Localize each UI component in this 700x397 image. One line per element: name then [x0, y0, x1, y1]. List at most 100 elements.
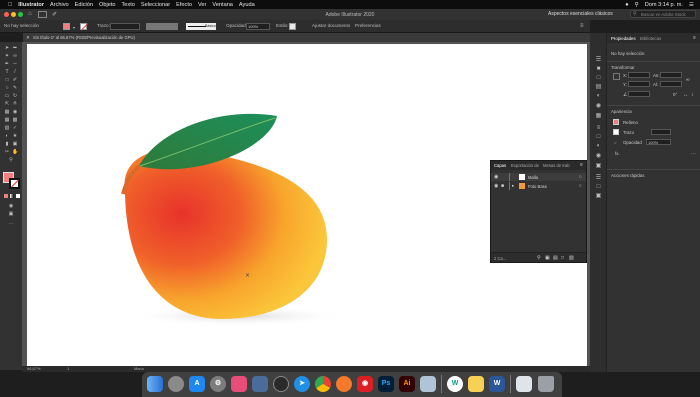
gradient-tool-icon[interactable]: ▧ [4, 126, 10, 131]
menu-edicion[interactable]: Edición [75, 2, 93, 8]
status-mode[interactable]: Mano [134, 366, 144, 371]
curvature-tool-icon[interactable]: ∽ [12, 62, 18, 67]
stroke-color-swatch[interactable] [80, 23, 89, 30]
tab-artboards[interactable]: Mesas de trab [543, 163, 570, 168]
more-options-icon[interactable]: ≡ [580, 23, 584, 29]
mango-body[interactable] [124, 149, 327, 319]
artboard-tool-icon[interactable]: ▣ [12, 142, 18, 147]
layer-target-icon[interactable]: ○ [579, 174, 582, 179]
paintbrush-tool-icon[interactable]: ✐ [12, 78, 18, 83]
menu-texto[interactable]: Texto [122, 2, 135, 8]
locate-object-icon[interactable]: ⚲ [537, 255, 541, 261]
appearance-fill-swatch[interactable] [613, 119, 619, 125]
blender-icon[interactable] [336, 376, 352, 392]
expand-layer-chevron-icon[interactable]: ▸ [512, 183, 514, 189]
type-tool-icon[interactable]: T [4, 70, 10, 75]
width-field[interactable] [660, 72, 682, 78]
direct-selection-tool-icon[interactable]: ➥ [12, 46, 18, 51]
screenshot-icon[interactable] [516, 376, 532, 392]
gradient-panel-icon[interactable]: □ [594, 134, 603, 141]
spotlight-icon[interactable]: ⚲ [635, 2, 639, 8]
window-zoom-button[interactable] [18, 12, 23, 17]
stroke-weight-input[interactable] [651, 129, 671, 135]
none-mode-button[interactable] [16, 194, 20, 198]
width-tool-icon[interactable]: ≚ [12, 102, 18, 107]
color-mode-button[interactable] [4, 194, 8, 198]
scale-tool-icon[interactable]: ⇱ [4, 102, 10, 107]
stroke-weight-field[interactable] [110, 23, 140, 30]
column-graph-tool-icon[interactable]: ▮ [4, 142, 10, 147]
hand-tool-icon[interactable]: ✋ [12, 150, 18, 155]
delete-layer-icon[interactable]: ▧ [569, 255, 574, 261]
edit-toolbar-icon[interactable]: ⋯ [8, 222, 14, 227]
clipping-mask-icon[interactable]: ▣ [545, 255, 550, 261]
pen-tool-icon[interactable]: ✒ [4, 62, 10, 67]
photoshop-icon[interactable]: Ps [378, 376, 394, 392]
link-proportions-icon[interactable]: ∞ [686, 77, 690, 83]
y-field[interactable] [628, 81, 650, 87]
menu-ventana[interactable]: Ventana [212, 2, 233, 8]
stock-search-input[interactable]: ⚲ Buscar en Adobe Stock [630, 10, 696, 18]
menu-objeto[interactable]: Objeto [99, 2, 115, 8]
rotate-field[interactable] [628, 91, 650, 97]
arrange-documents-icon[interactable] [38, 11, 47, 18]
layer-name[interactable]: Malla [528, 175, 538, 180]
rotate-tool-icon[interactable]: ↻ [12, 94, 18, 99]
stroke-panel-icon[interactable]: ≡ [594, 125, 603, 132]
transform-panel-icon[interactable]: □ [594, 75, 603, 82]
artboards-panel-icon[interactable]: ▣ [594, 193, 603, 200]
creative-cloud-icon[interactable]: ◉ [357, 376, 373, 392]
opacity-input[interactable]: 100% [646, 139, 671, 145]
document-setup-button[interactable]: Ajustar documento [312, 23, 350, 28]
shape-builder-tool-icon[interactable]: ◉ [12, 110, 18, 115]
layers-panel-icon[interactable]: ☰ [594, 175, 603, 182]
drawing-modes-icon[interactable]: ◉ [8, 204, 14, 209]
preview-icon[interactable] [420, 376, 436, 392]
pencil-tool-icon[interactable]: ✎ [12, 86, 18, 91]
workspace-switcher[interactable]: Aspectos esenciales clásicos [548, 11, 613, 17]
visibility-eye-icon[interactable]: ◉ [494, 174, 498, 180]
transparency-panel-icon[interactable]: ◐ [594, 143, 603, 150]
chrome-icon[interactable] [315, 376, 331, 392]
perspective-grid-tool-icon[interactable]: ▦ [4, 118, 10, 123]
mesh-tool-icon[interactable]: ▩ [12, 118, 18, 123]
window-close-button[interactable] [4, 12, 9, 17]
line-segment-tool-icon[interactable]: / [12, 70, 18, 75]
align-panel-icon[interactable]: ▤ [594, 84, 603, 91]
preferences-button[interactable]: Preferencias [355, 23, 381, 28]
properties-panel-icon[interactable]: ☰ [594, 57, 603, 64]
graphic-styles-panel-icon[interactable]: ▣ [594, 163, 603, 170]
layer-target-icon[interactable]: ○ [579, 183, 582, 188]
free-transform-tool-icon[interactable]: ▦ [4, 110, 10, 115]
flip-horizontal-icon[interactable]: ↔ [683, 92, 688, 98]
quicktime-icon[interactable] [273, 376, 289, 392]
rectangle-tool-icon[interactable]: □ [4, 78, 10, 83]
libraries-panel-icon[interactable]: ■ [594, 66, 603, 73]
tab-layers[interactable]: Capas [494, 163, 506, 168]
notes-icon[interactable] [468, 376, 484, 392]
lock-icon[interactable]: ■ [501, 183, 504, 189]
zoom-level[interactable]: 66,67% [27, 366, 41, 371]
apple-menu-icon[interactable]:  [8, 2, 12, 8]
fill-dropdown-chevron-icon[interactable]: ▾ [73, 25, 75, 30]
appearance-panel-icon[interactable]: ◉ [594, 153, 603, 160]
graphic-style-swatch[interactable] [289, 23, 296, 30]
layers-menu-icon[interactable]: ≡ [580, 162, 583, 168]
document-tab[interactable]: ✕ Sin título-1* al 66,67% (RGB/Previsual… [23, 33, 590, 42]
selection-tool-icon[interactable]: ➤ [4, 46, 10, 51]
tab-properties[interactable]: Propiedades [611, 36, 636, 41]
layer-row-malla[interactable]: ◉ Malla ○ [491, 173, 586, 181]
window-minimize-button[interactable] [11, 12, 16, 17]
blend-tool-icon[interactable]: ◐ [4, 134, 10, 139]
asset-export-panel-icon[interactable]: □ [594, 184, 603, 191]
panel-menu-icon[interactable]: ≡ [693, 35, 696, 41]
app-store-icon[interactable]: A [189, 376, 205, 392]
slice-tool-icon[interactable]: ✂ [4, 150, 10, 155]
brush-definition-dropdown[interactable]: Básico [186, 23, 216, 30]
eraser-tool-icon[interactable]: ▭ [4, 94, 10, 99]
eyedropper-tool-icon[interactable]: ✓ [12, 126, 18, 131]
tab-libraries[interactable]: Bibliotecas [640, 36, 661, 41]
illustrator-icon[interactable]: Ai [399, 376, 415, 392]
symbol-sprayer-tool-icon[interactable]: ★ [12, 134, 18, 139]
wifi-icon[interactable]: ● [625, 2, 628, 8]
